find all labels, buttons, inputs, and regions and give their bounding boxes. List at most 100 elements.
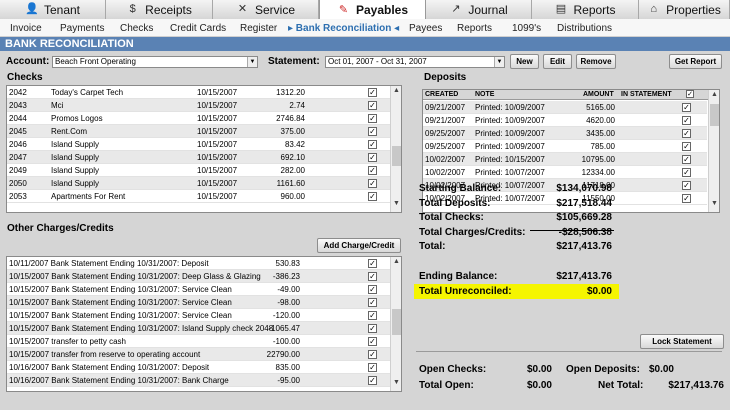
deposit-checkbox[interactable]: ✓ — [682, 116, 691, 125]
subnav-invoice[interactable]: Invoice — [10, 23, 42, 34]
check-checkbox[interactable]: ✓ — [368, 166, 377, 175]
table-row[interactable]: 09/25/2007 Printed: 10/09/2007 3435.00 ✓ — [423, 127, 707, 140]
statement-select[interactable]: Oct 01, 2007 - Oct 31, 2007 ▼ — [325, 56, 505, 68]
scrollbar[interactable]: ▲ ▼ — [390, 257, 401, 391]
deposit-checkbox[interactable]: ✓ — [682, 155, 691, 164]
scroll-up-icon[interactable]: ▲ — [391, 87, 401, 97]
table-row[interactable]: 2050 Island Supply 10/15/2007 1161.60 ✓ — [7, 177, 390, 190]
ending-balance-label: Ending Balance: — [419, 271, 498, 282]
table-row[interactable]: 10/15/2007 Bank Statement Ending 10/31/2… — [7, 283, 390, 296]
check-checkbox[interactable]: ✓ — [368, 192, 377, 201]
charge-checkbox[interactable]: ✓ — [368, 259, 377, 268]
deposit-checkbox[interactable]: ✓ — [682, 194, 691, 203]
scroll-down-icon[interactable]: ▼ — [391, 200, 401, 210]
deposits-grid: CREATED NOTE AMOUNT IN STATEMENT ✓ 09/21/2007… — [422, 89, 720, 213]
table-row[interactable]: 2042 Today's Carpet Tech 10/15/2007 1312.20… — [7, 86, 390, 99]
scroll-up-icon[interactable]: ▲ — [391, 258, 401, 268]
tab-journal[interactable]: ↗ Journal — [426, 0, 532, 19]
check-checkbox[interactable]: ✓ — [368, 153, 377, 162]
check-checkbox[interactable]: ✓ — [368, 179, 377, 188]
charge-checkbox[interactable]: ✓ — [368, 337, 377, 346]
charge-checkbox[interactable]: ✓ — [368, 324, 377, 333]
subnav-bank-reconciliation[interactable]: ▸ Bank Reconciliation ◂ — [288, 23, 399, 34]
table-row[interactable]: 2049 Island Supply 10/15/2007 282.00 ✓ — [7, 164, 390, 177]
check-date: 10/15/2007 — [197, 127, 238, 136]
scroll-down-icon[interactable]: ▼ — [391, 379, 401, 389]
account-select[interactable]: Beach Front Operating ▼ — [52, 56, 258, 68]
charge-checkbox[interactable]: ✓ — [368, 285, 377, 294]
charge-checkbox[interactable]: ✓ — [368, 298, 377, 307]
tab-properties[interactable]: ⌂ Properties — [639, 0, 730, 19]
charge-checkbox[interactable]: ✓ — [368, 350, 377, 359]
scroll-up-icon[interactable]: ▲ — [709, 91, 719, 101]
table-row[interactable]: 10/11/2007 Bank Statement Ending 10/31/2… — [7, 257, 390, 270]
scrollbar[interactable]: ▲ ▼ — [708, 90, 719, 212]
deposit-checkbox[interactable]: ✓ — [682, 129, 691, 138]
get-report-button[interactable]: Get Report — [669, 54, 722, 69]
scrollbar-thumb[interactable] — [392, 309, 401, 335]
table-row[interactable]: 2043 Mci 10/15/2007 2.74 ✓ — [7, 99, 390, 112]
deposit-checkbox[interactable]: ✓ — [682, 103, 691, 112]
table-row[interactable]: 09/21/2007 Printed: 10/09/2007 4620.00 ✓ — [423, 114, 707, 127]
table-row[interactable]: 2044 Promos Logos 10/15/2007 2746.84 ✓ — [7, 112, 390, 125]
charge-checkbox[interactable]: ✓ — [368, 376, 377, 385]
subnav-register[interactable]: Register — [240, 23, 277, 34]
table-row[interactable]: 09/25/2007 Printed: 10/09/2007 785.00 ✓ — [423, 140, 707, 153]
table-row[interactable]: 2047 Island Supply 10/15/2007 692.10 ✓ — [7, 151, 390, 164]
subnav-payments[interactable]: Payments — [60, 23, 104, 34]
charge-checkbox[interactable]: ✓ — [368, 272, 377, 281]
statement-label: Statement: — [268, 56, 320, 67]
table-row[interactable]: 2046 Island Supply 10/15/2007 83.42 ✓ — [7, 138, 390, 151]
remove-button[interactable]: Remove — [576, 54, 616, 69]
table-row[interactable]: 10/15/2007 Bank Statement Ending 10/31/2… — [7, 322, 390, 335]
deposit-checkbox[interactable]: ✓ — [682, 181, 691, 190]
edit-button[interactable]: Edit — [543, 54, 572, 69]
tab-receipts[interactable]: $ Receipts — [106, 0, 213, 19]
select-all-checkbox[interactable]: ✓ — [686, 90, 694, 98]
table-row[interactable]: 10/02/2007 Printed: 10/07/2007 12334.00 ✓ — [423, 166, 707, 179]
deposit-checkbox[interactable]: ✓ — [682, 168, 691, 177]
subnav-credit-cards[interactable]: Credit Cards — [170, 23, 226, 34]
check-checkbox[interactable]: ✓ — [368, 88, 377, 97]
subnav-payees[interactable]: Payees — [409, 23, 442, 34]
charge-checkbox[interactable]: ✓ — [368, 363, 377, 372]
table-row[interactable]: 10/15/2007 Bank Statement Ending 10/31/2… — [7, 309, 390, 322]
check-checkbox[interactable]: ✓ — [368, 114, 377, 123]
net-total-label: Net Total: — [598, 380, 644, 391]
main-tabs: 👤 Tenant $ Receipts ✕ Service ✎ Payables ↗ Journa… — [0, 0, 730, 20]
check-checkbox[interactable]: ✓ — [368, 140, 377, 149]
table-row[interactable]: 10/16/2007 Bank Statement Ending 10/31/2… — [7, 361, 390, 374]
check-checkbox[interactable]: ✓ — [368, 127, 377, 136]
person-icon: 👤 — [24, 3, 39, 15]
subnav-checks[interactable]: Checks — [120, 23, 153, 34]
deposits-title: Deposits — [424, 72, 467, 83]
tab-tenant[interactable]: 👤 Tenant — [0, 0, 106, 19]
tab-payables[interactable]: ✎ Payables — [319, 0, 426, 20]
table-row[interactable]: 10/15/2007 Bank Statement Ending 10/31/2… — [7, 296, 390, 309]
subnav-reports[interactable]: Reports — [457, 23, 492, 34]
subnav-1099-s[interactable]: 1099's — [512, 23, 541, 34]
check-checkbox[interactable]: ✓ — [368, 101, 377, 110]
tab-reports[interactable]: ▤ Reports — [532, 0, 639, 19]
table-row[interactable]: 10/02/2007 Printed: 10/15/2007 10795.00 ✓ — [423, 153, 707, 166]
table-row[interactable]: 10/16/2007 Bank Statement Ending 10/31/2… — [7, 374, 390, 387]
table-row[interactable]: 10/15/2007 transfer from reserve to oper… — [7, 348, 390, 361]
scrollbar-thumb[interactable] — [392, 146, 401, 166]
scrollbar[interactable]: ▲ ▼ — [390, 86, 401, 212]
table-row[interactable]: 2045 Rent.Com 10/15/2007 375.00 ✓ — [7, 125, 390, 138]
tab-service[interactable]: ✕ Service — [213, 0, 319, 19]
total-open-value: $0.00 — [526, 380, 552, 391]
charge-checkbox[interactable]: ✓ — [368, 311, 377, 320]
scrollbar-thumb[interactable] — [710, 104, 719, 126]
table-row[interactable]: 2053 Apartments For Rent 10/15/2007 960.00 ✓ — [7, 190, 390, 203]
check-date: 10/15/2007 — [197, 101, 238, 110]
table-row[interactable]: 10/15/2007 transfer to petty cash -100.00… — [7, 335, 390, 348]
table-row[interactable]: 10/15/2007 Bank Statement Ending 10/31/2… — [7, 270, 390, 283]
subnav-distributions[interactable]: Distributions — [557, 23, 612, 34]
deposit-checkbox[interactable]: ✓ — [682, 142, 691, 151]
table-row[interactable]: 09/21/2007 Printed: 10/09/2007 5165.00 ✓ — [423, 101, 707, 114]
lock-statement-button[interactable]: Lock Statement — [640, 334, 724, 349]
new-button[interactable]: New — [510, 54, 539, 69]
add-charge-credit-button[interactable]: Add Charge/Credit — [317, 238, 401, 253]
scroll-down-icon[interactable]: ▼ — [709, 200, 719, 210]
